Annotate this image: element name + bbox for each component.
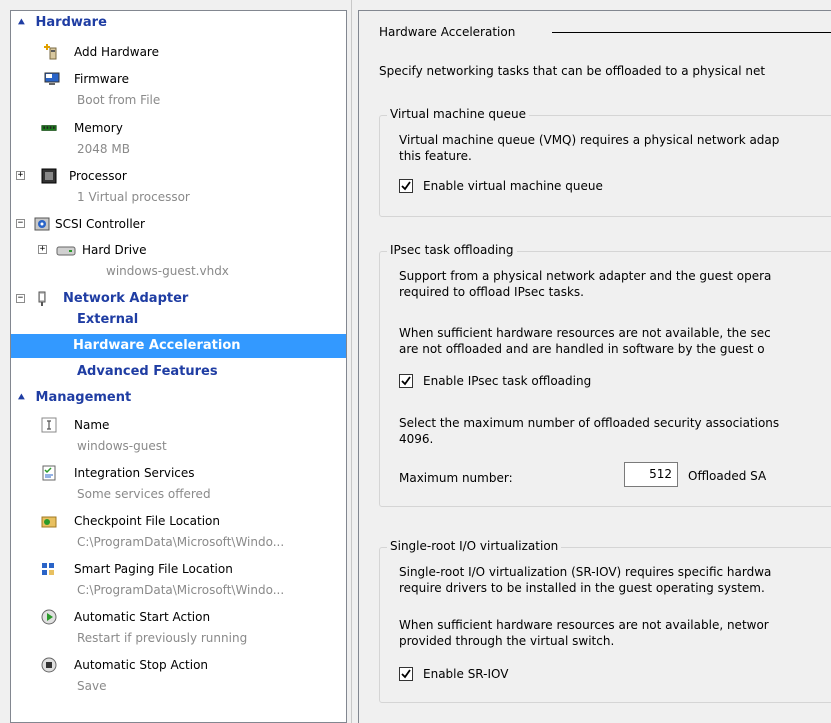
enable-sriov-label[interactable]: Enable SR-IOV	[423, 666, 508, 682]
ipsec-description-2: required to offload IPsec tasks.	[399, 285, 584, 299]
checkmark-icon	[401, 669, 411, 679]
sriov-fallback-text-2: provided through the virtual switch.	[399, 634, 615, 648]
firmware-icon	[44, 72, 60, 85]
splitter[interactable]	[351, 0, 356, 723]
tree-item-name[interactable]: Name	[11, 415, 346, 435]
tree-item-memory[interactable]: Memory	[11, 118, 346, 138]
intro-text: Specify networking tasks that can be off…	[379, 64, 766, 78]
ipsec-fallback-text: When sufficient hardware resources are n…	[399, 326, 771, 340]
sriov-description: Single-root I/O virtualization (SR-IOV) …	[399, 565, 772, 579]
tree-item-smart-paging-file-location[interactable]: Smart Paging File Location	[11, 559, 346, 579]
tree-item-integration-services[interactable]: Integration Services	[11, 463, 346, 483]
stop-action-summary: Save	[77, 679, 107, 693]
management-section-header[interactable]: ⯅ Management	[11, 388, 346, 408]
integration-services-summary: Some services offered	[77, 487, 211, 501]
settings-tree: ⯅ Hardware Add Hardware Firmware Boot fr…	[10, 10, 347, 723]
enable-ipsec-label[interactable]: Enable IPsec task offloading	[423, 373, 591, 389]
memory-summary: 2048 MB	[77, 142, 130, 156]
tree-item-advanced-features[interactable]: Advanced Features	[77, 362, 218, 382]
ipsec-group-title: IPsec task offloading	[387, 242, 517, 258]
checkmark-icon	[401, 181, 411, 191]
stop-action-icon	[41, 657, 57, 673]
tree-item-automatic-stop-action[interactable]: Automatic Stop Action	[11, 655, 346, 675]
max-sa-instructions-2: 4096.	[399, 432, 434, 446]
tree-item-automatic-start-action[interactable]: Automatic Start Action	[11, 607, 346, 627]
tree-item-processor[interactable]: + Processor	[11, 166, 346, 186]
integration-services-icon	[42, 465, 56, 481]
enable-vmq-checkbox[interactable]	[399, 179, 413, 193]
scsi-controller-icon	[34, 217, 50, 231]
processor-icon	[41, 168, 57, 184]
checkpoint-path: C:\ProgramData\Microsoft\Windo...	[77, 535, 285, 549]
collapse-icon[interactable]: −	[16, 294, 25, 303]
name-summary: windows-guest	[77, 439, 167, 453]
add-hardware-icon	[44, 44, 57, 60]
expand-icon[interactable]: +	[16, 171, 25, 180]
memory-icon	[41, 125, 57, 131]
smart-paging-icon	[42, 563, 54, 575]
sriov-description-2: require drivers to be installed in the g…	[399, 581, 765, 595]
collapse-chevron-icon[interactable]: ⯅	[17, 388, 31, 408]
hardware-section-header[interactable]: ⯅ Hardware	[11, 13, 346, 33]
tree-item-checkpoint-file-location[interactable]: Checkpoint File Location	[11, 511, 346, 531]
sriov-fallback-text: When sufficient hardware resources are n…	[399, 618, 769, 632]
processor-summary: 1 Virtual processor	[77, 190, 190, 204]
start-action-summary: Restart if previously running	[77, 631, 248, 645]
max-number-label: Maximum number:	[399, 471, 513, 485]
expand-icon[interactable]: +	[38, 245, 47, 254]
sriov-group-title: Single-root I/O virtualization	[387, 538, 562, 554]
tree-item-add-hardware[interactable]: Add Hardware	[11, 42, 346, 62]
hard-drive-summary: windows-guest.vhdx	[106, 264, 229, 278]
start-action-icon	[41, 609, 57, 625]
tree-item-firmware[interactable]: Firmware	[11, 69, 346, 89]
max-sa-instructions: Select the maximum number of offloaded s…	[399, 416, 780, 430]
checkpoint-icon	[41, 516, 57, 528]
vmq-description: Virtual machine queue (VMQ) requires a p…	[399, 133, 780, 147]
details-panel: Hardware Acceleration Specify networking…	[358, 10, 831, 723]
vmq-group	[379, 115, 831, 217]
ipsec-description: Support from a physical network adapter …	[399, 269, 772, 283]
hard-drive-icon	[56, 246, 76, 256]
checkmark-icon	[401, 376, 411, 386]
collapse-icon[interactable]: −	[16, 219, 25, 228]
name-field-icon	[41, 417, 57, 433]
section-title: Hardware Acceleration	[379, 25, 516, 39]
smart-paging-path: C:\ProgramData\Microsoft\Windo...	[77, 583, 285, 597]
tree-item-external[interactable]: External	[77, 310, 138, 330]
tree-item-hardware-acceleration[interactable]: Hardware Acceleration	[11, 334, 346, 358]
max-number-input[interactable]: 512	[624, 462, 678, 487]
tree-item-network-adapter[interactable]: − Network Adapter	[11, 289, 346, 309]
title-divider	[552, 32, 831, 33]
vmq-description-2: this feature.	[399, 149, 472, 163]
tree-item-scsi-controller[interactable]: − SCSI Controller	[11, 214, 346, 234]
vmq-group-title: Virtual machine queue	[387, 106, 530, 122]
tree-item-hard-drive[interactable]: + Hard Drive	[11, 240, 346, 260]
firmware-summary: Boot from File	[77, 93, 161, 107]
enable-sriov-checkbox[interactable]	[399, 667, 413, 681]
ipsec-fallback-text-2: are not offloaded and are handled in sof…	[399, 342, 765, 356]
max-number-unit: Offloaded SA	[688, 469, 767, 483]
enable-ipsec-checkbox[interactable]	[399, 374, 413, 388]
enable-vmq-label[interactable]: Enable virtual machine queue	[423, 178, 603, 194]
network-adapter-icon	[38, 291, 46, 306]
collapse-chevron-icon[interactable]: ⯅	[17, 13, 31, 33]
